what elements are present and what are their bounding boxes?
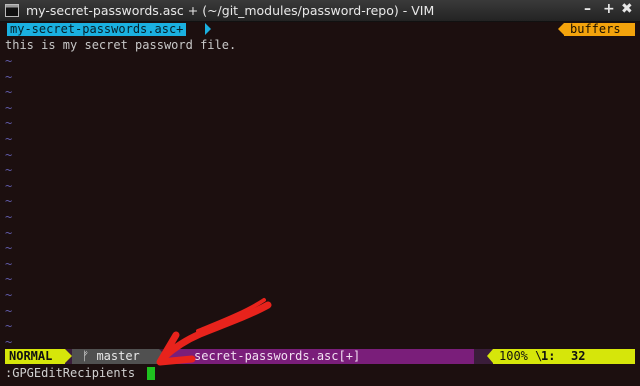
line-number-icon: 1: bbox=[541, 349, 556, 363]
empty-line-marker: ~ bbox=[5, 69, 13, 84]
empty-line-marker: ~ bbox=[5, 85, 13, 100]
empty-line-marker: ~ bbox=[5, 272, 13, 287]
empty-line-marker: ~ bbox=[5, 116, 13, 131]
empty-line-marker: ~ bbox=[5, 256, 13, 271]
empty-line-marker: ~ bbox=[5, 100, 13, 115]
mode-indicator: NORMAL bbox=[5, 349, 65, 364]
empty-line-marker: ~ bbox=[5, 54, 13, 68]
empty-line-marker: ~ bbox=[5, 288, 13, 302]
empty-line-marker: ~ bbox=[5, 178, 13, 193]
buffer-text-line[interactable]: this is my secret password file. bbox=[5, 38, 236, 53]
mode-separator-icon bbox=[65, 349, 72, 363]
empty-line-marker: ~ bbox=[5, 163, 13, 178]
maximize-button[interactable]: + bbox=[603, 1, 615, 17]
command-line[interactable]: :GPGEditRecipients bbox=[5, 365, 135, 381]
vim-editor[interactable]: my-secret-passwords.asc+ buffers this is… bbox=[5, 22, 635, 386]
vim-tabline: my-secret-passwords.asc+ buffers bbox=[5, 22, 635, 37]
minimize-button[interactable]: – bbox=[584, 1, 591, 17]
buffers-button[interactable]: buffers bbox=[564, 23, 635, 36]
empty-line-marker: ~ bbox=[5, 147, 13, 162]
empty-line-marker: ~ bbox=[5, 241, 13, 256]
empty-line-marker: ~ bbox=[5, 210, 13, 224]
scroll-percent: 100% \ bbox=[499, 349, 543, 363]
empty-line-marker: ~ bbox=[5, 303, 13, 318]
empty-line-marker: ~ bbox=[5, 194, 13, 209]
filename-segment: secret-passwords.asc[+] bbox=[166, 349, 474, 364]
git-branch-name: master bbox=[96, 349, 140, 363]
cursor-position: 32 bbox=[571, 349, 586, 363]
tab-separator-icon bbox=[205, 23, 211, 35]
empty-line-marker: ~ bbox=[5, 334, 13, 349]
branch-separator-icon bbox=[159, 349, 166, 363]
terminal-app-icon bbox=[5, 4, 19, 17]
window-title: my-secret-passwords.asc + (~/git_modules… bbox=[26, 3, 435, 18]
empty-line-marker: ~ bbox=[5, 225, 13, 240]
position-segment: 100% \ 1: 32 bbox=[493, 349, 635, 364]
window-titlebar: my-secret-passwords.asc + (~/git_modules… bbox=[0, 0, 640, 22]
empty-line-marker: ~ bbox=[5, 319, 13, 334]
filler-segment bbox=[474, 349, 487, 364]
git-branch-icon: ᚠ bbox=[82, 349, 90, 363]
close-button[interactable]: ✖ bbox=[621, 1, 633, 17]
empty-line-marker: ~ bbox=[5, 132, 13, 146]
git-branch-segment: ᚠ master bbox=[72, 349, 159, 364]
vim-statusline: NORMAL ᚠ master secret-passwords.asc[+] … bbox=[5, 349, 635, 364]
text-cursor bbox=[147, 367, 155, 380]
tab-active-buffer[interactable]: my-secret-passwords.asc+ bbox=[7, 23, 187, 36]
